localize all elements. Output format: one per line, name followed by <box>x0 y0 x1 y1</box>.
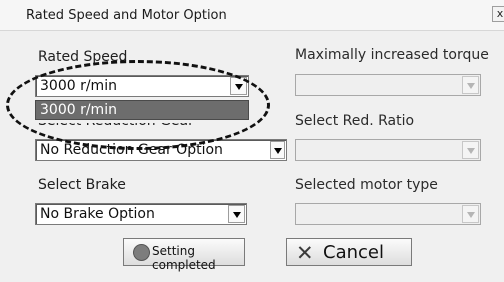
title-bar: Rated Speed and Motor Option x <box>0 0 504 31</box>
status-circle-icon <box>133 244 150 261</box>
dialog-window: Rated Speed and Motor Option x Rated Spe… <box>0 0 504 282</box>
brake-label: Select Brake <box>38 177 126 193</box>
close-icon: ✕ <box>296 241 314 265</box>
chevron-down-icon[interactable] <box>228 205 245 223</box>
motor-type-label: Selected motor type <box>295 177 438 193</box>
ok-button-label: Setting completed <box>152 244 216 272</box>
cancel-button-label: Cancel <box>323 242 384 263</box>
chevron-down-icon[interactable] <box>270 141 285 159</box>
close-icon[interactable]: x <box>492 6 504 22</box>
setting-completed-button[interactable]: Setting completed <box>123 238 245 272</box>
max-torque-select[interactable] <box>295 74 481 96</box>
chevron-down-icon <box>462 205 479 223</box>
red-ratio-select[interactable] <box>295 139 481 161</box>
brake-select[interactable]: No Brake Option <box>35 203 247 225</box>
chevron-down-icon <box>462 76 479 94</box>
highlight-ellipse <box>6 60 270 150</box>
brake-value: No Brake Option <box>40 206 155 222</box>
red-ratio-label: Select Red. Ratio <box>295 113 415 129</box>
max-torque-label: Maximally increased torque <box>295 47 489 63</box>
window-title: Rated Speed and Motor Option <box>26 8 227 23</box>
chevron-down-icon <box>462 141 479 159</box>
motor-type-select[interactable] <box>295 203 481 225</box>
cancel-button[interactable]: ✕ Cancel <box>286 238 412 266</box>
